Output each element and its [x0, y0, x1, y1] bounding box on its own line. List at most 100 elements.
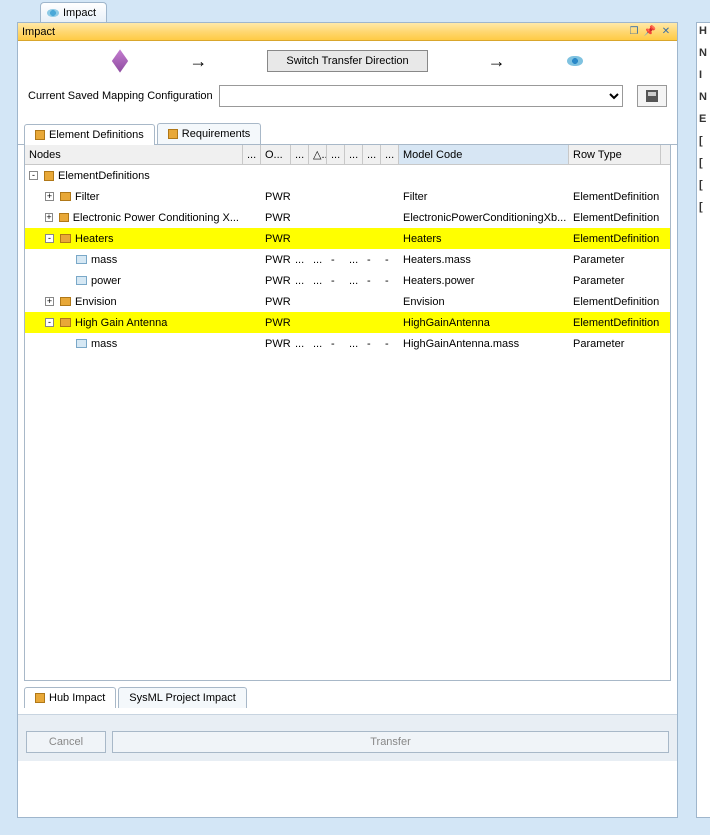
collapse-icon[interactable]: - [29, 171, 38, 180]
cell-nodes: - High Gain Antenna [25, 315, 243, 331]
cell-owner: PWR [261, 273, 291, 289]
cell-model-code: Filter [399, 189, 569, 205]
cell: ... [345, 252, 363, 268]
cell-model-code: HighGainAntenna [399, 315, 569, 331]
cancel-button[interactable]: Cancel [26, 731, 106, 753]
cell-owner: PWR [261, 231, 291, 247]
folder-icon [60, 297, 71, 306]
node-label: mass [91, 338, 117, 350]
cell-model-code: HighGainAntenna.mass [399, 336, 569, 352]
app-tab-strip: Impact [40, 2, 107, 22]
table-row[interactable]: +Electronic Power Conditioning X...PWREl… [25, 207, 670, 228]
expand-icon[interactable]: + [45, 213, 53, 222]
collapse-icon[interactable]: - [45, 234, 54, 243]
col-dot[interactable]: ... [291, 145, 309, 164]
col-dot[interactable]: ... [345, 145, 363, 164]
package-icon [44, 171, 54, 181]
cell [309, 300, 327, 304]
footer-buttons: Cancel Transfer [18, 714, 677, 761]
expand-icon[interactable]: + [45, 192, 54, 201]
cell: - [363, 336, 381, 352]
col-dot[interactable]: ... [327, 145, 345, 164]
panel-titlebar: Impact ❐ 📌 ✕ [18, 23, 677, 41]
tab-element-definitions[interactable]: Element Definitions [24, 124, 155, 145]
cell [327, 195, 345, 199]
col-nodes[interactable]: Nodes [25, 145, 243, 164]
cell-nodes: power [25, 273, 243, 289]
tab-hub-impact[interactable]: Hub Impact [24, 687, 116, 708]
tab-requirements[interactable]: Requirements [157, 123, 261, 144]
cell-row-type: ElementDefinition [569, 294, 661, 310]
col-dot[interactable]: ... [381, 145, 399, 164]
mapping-config-select[interactable] [219, 85, 623, 107]
table-row[interactable]: +EnvisionPWREnvisionElementDefinition [25, 291, 670, 312]
cell-model-code [399, 174, 569, 178]
cell-row-type [569, 174, 661, 178]
table-row[interactable]: +FilterPWRFilterElementDefinition [25, 186, 670, 207]
cell [291, 300, 309, 304]
col-owner[interactable]: O... [261, 145, 291, 164]
cell-model-code: Heaters [399, 231, 569, 247]
col-row-type[interactable]: Row Type [569, 145, 661, 164]
property-icon [76, 339, 87, 348]
cell-model-code: Envision [399, 294, 569, 310]
cell [309, 216, 327, 220]
cell: - [327, 336, 345, 352]
cube-icon[interactable] [111, 52, 129, 70]
cell: - [363, 252, 381, 268]
cell [291, 237, 309, 241]
table-row[interactable]: massPWR......-...--HighGainAntenna.massP… [25, 333, 670, 354]
cell-row-type: ElementDefinition [569, 189, 661, 205]
arrow-right-icon-2: → [488, 52, 506, 70]
cell-nodes: - Heaters [25, 231, 243, 247]
table-row[interactable]: -HeatersPWRHeatersElementDefinition [25, 228, 670, 249]
cell-nodes: + Electronic Power Conditioning X... [25, 210, 243, 226]
cell [327, 321, 345, 325]
tab-impact[interactable]: Impact [40, 2, 107, 22]
cell-row-type: ElementDefinition [569, 231, 661, 247]
col-tri[interactable]: △... [309, 145, 327, 164]
cell: ... [309, 336, 327, 352]
pin-icon[interactable]: 📌 [643, 25, 657, 39]
cell [381, 237, 399, 241]
cell: - [381, 336, 399, 352]
node-label: Heaters [75, 233, 114, 245]
tab-sysml-project-impact[interactable]: SysML Project Impact [118, 687, 247, 708]
cell [363, 237, 381, 241]
cell-owner: PWR [261, 294, 291, 310]
col-dot[interactable]: ... [243, 145, 261, 164]
transfer-button[interactable]: Transfer [112, 731, 669, 753]
collapse-icon[interactable]: - [45, 318, 54, 327]
cell-row-type: Parameter [569, 252, 661, 268]
impact-eye-icon [47, 9, 59, 17]
close-icon[interactable]: ✕ [659, 25, 673, 39]
save-config-button[interactable] [637, 85, 667, 107]
switch-transfer-direction-button[interactable]: Switch Transfer Direction [267, 50, 427, 72]
table-row[interactable]: -ElementDefinitions [25, 165, 670, 186]
package-icon [35, 693, 45, 703]
table-row[interactable]: -High Gain AntennaPWRHighGainAntennaElem… [25, 312, 670, 333]
col-model-code[interactable]: Model Code [399, 145, 569, 164]
cell-row-type: ElementDefinition [569, 315, 661, 331]
package-icon [35, 130, 45, 140]
tab-impact-label: Impact [63, 7, 96, 19]
eye-target-icon[interactable] [566, 52, 584, 70]
cell [381, 174, 399, 178]
cell [291, 321, 309, 325]
cell [243, 321, 261, 325]
table-row[interactable]: massPWR......-...--Heaters.massParameter [25, 249, 670, 270]
cell-model-code: Heaters.mass [399, 252, 569, 268]
cell: ... [291, 336, 309, 352]
cell [243, 237, 261, 241]
col-dot[interactable]: ... [363, 145, 381, 164]
folder-icon [60, 318, 71, 327]
expand-icon[interactable]: + [45, 297, 54, 306]
node-label: High Gain Antenna [75, 317, 167, 329]
table-row[interactable]: powerPWR......-...--Heaters.powerParamet… [25, 270, 670, 291]
cell [243, 216, 261, 220]
cell-owner: PWR [261, 189, 291, 205]
node-label: Electronic Power Conditioning X... [73, 212, 239, 224]
restore-icon[interactable]: ❐ [627, 25, 641, 39]
tab-label: Requirements [182, 128, 250, 140]
folder-icon [60, 192, 71, 201]
